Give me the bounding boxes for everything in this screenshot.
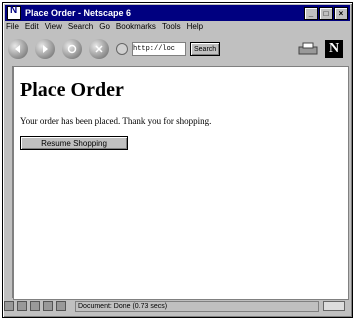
menu-bookmarks[interactable]: Bookmarks (116, 22, 156, 34)
print-icon[interactable] (297, 42, 319, 56)
reload-button[interactable] (62, 39, 82, 59)
security-lock-icon[interactable] (323, 301, 345, 311)
title-bar: Place Order - Netscape 6 _ □ × (5, 5, 350, 21)
page-heading: Place Order (20, 79, 124, 101)
forward-arrow-icon (43, 45, 48, 53)
minimize-button[interactable]: _ (304, 6, 318, 20)
search-label: Search (194, 45, 217, 53)
confirmation-message: Your order has been placed. Thank you fo… (20, 116, 212, 126)
toolbar-right: N (297, 40, 343, 58)
resume-shopping-button[interactable]: Resume Shopping (20, 136, 128, 150)
address-book-icon[interactable] (56, 301, 66, 311)
back-button[interactable] (8, 39, 28, 59)
menu-go[interactable]: Go (99, 22, 110, 34)
netscape-app-icon (7, 5, 21, 20)
bookmark-icon[interactable] (116, 43, 128, 55)
menu-bar: File Edit View Search Go Bookmarks Tools… (6, 22, 209, 34)
menu-file[interactable]: File (6, 22, 19, 34)
back-arrow-icon (15, 45, 20, 53)
aim-icon[interactable] (43, 301, 53, 311)
close-button[interactable]: × (334, 6, 348, 20)
maximize-button[interactable]: □ (319, 6, 333, 20)
status-bar: Document: Done (0.73 secs) (4, 300, 345, 312)
window-title: Place Order - Netscape 6 (25, 8, 132, 18)
forward-button[interactable] (35, 39, 55, 59)
composer-icon[interactable] (30, 301, 40, 311)
menu-tools[interactable]: Tools (162, 22, 181, 34)
search-button[interactable]: Search (190, 42, 221, 56)
mail-icon[interactable] (17, 301, 27, 311)
menu-help[interactable]: Help (187, 22, 203, 34)
status-text: Document: Done (0.73 secs) (75, 300, 319, 312)
window-controls: _ □ × (303, 6, 348, 20)
address-field[interactable]: http://loc (132, 42, 186, 56)
navigation-toolbar: http://loc Search N (8, 34, 343, 64)
menu-view[interactable]: View (45, 22, 62, 34)
navigator-icon[interactable] (4, 301, 14, 311)
reload-icon (67, 44, 77, 54)
stop-icon (95, 45, 103, 53)
netscape-throbber-icon[interactable]: N (325, 40, 343, 58)
menu-edit[interactable]: Edit (25, 22, 39, 34)
page-content: Place Order Your order has been placed. … (13, 66, 349, 300)
sidebar-toggle[interactable] (6, 66, 13, 298)
stop-button[interactable] (89, 39, 109, 59)
menu-search[interactable]: Search (68, 22, 93, 34)
